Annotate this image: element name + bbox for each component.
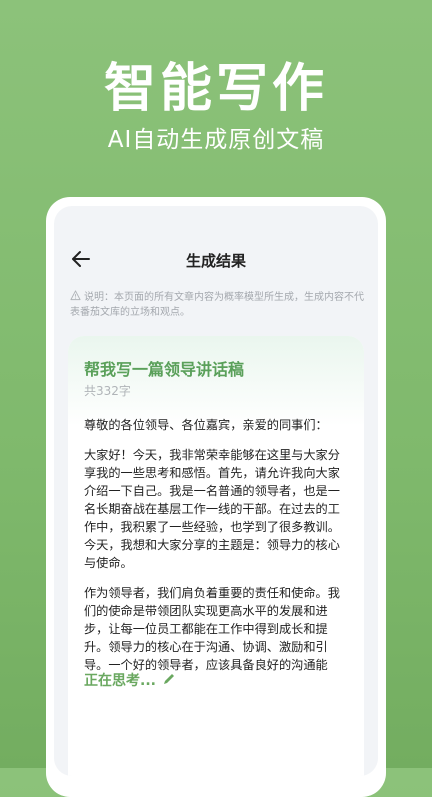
- prompt-title: 帮我写一篇领导讲话稿: [84, 360, 245, 379]
- hero-title: 智能写作: [103, 59, 328, 119]
- paragraph: 作为领导者，我们肩负着重要的责任和使命。我们的使命是带领团队实现更高水平的发展和…: [84, 586, 340, 672]
- word-count: 共332字: [84, 384, 131, 398]
- generated-text: 尊敬的各位领导、各位嘉宾，亲爱的同事们： 大家好！今天，我非常荣幸能够在这里与大…: [84, 416, 352, 686]
- generation-status: 正在思考...: [84, 670, 176, 690]
- warning-triangle-icon: [70, 290, 81, 301]
- page-title: 生成结果: [185, 252, 246, 270]
- paragraph: 大家好！今天，我非常荣幸能够在这里与大家分享我的一些思考和感悟。首先，请允许我向…: [84, 448, 340, 570]
- result-card: 帮我写一篇领导讲话稿 共332字 尊敬的各位领导、各位嘉宾，亲爱的同事们： 大家…: [68, 336, 364, 776]
- app-screen: 生成结果 说明：本页面的所有文章内容为概率模型所生成，生成内容不代表番茄文库的立…: [54, 206, 378, 776]
- disclaimer-notice: 说明：本页面的所有文章内容为概率模型所生成，生成内容不代表番茄文库的立场和观点。: [70, 290, 366, 320]
- pencil-icon: [163, 674, 174, 684]
- disclaimer-text: 说明：本页面的所有文章内容为概率模型所生成，生成内容不代表番茄文库的立场和观点。: [70, 292, 364, 318]
- status-text: 正在思考...: [84, 673, 156, 689]
- paragraph: 尊敬的各位领导、各位嘉宾，亲爱的同事们：: [84, 418, 328, 432]
- hero-subtitle: AI自动生成原创文稿: [107, 127, 325, 153]
- card-header-gradient: [68, 336, 364, 426]
